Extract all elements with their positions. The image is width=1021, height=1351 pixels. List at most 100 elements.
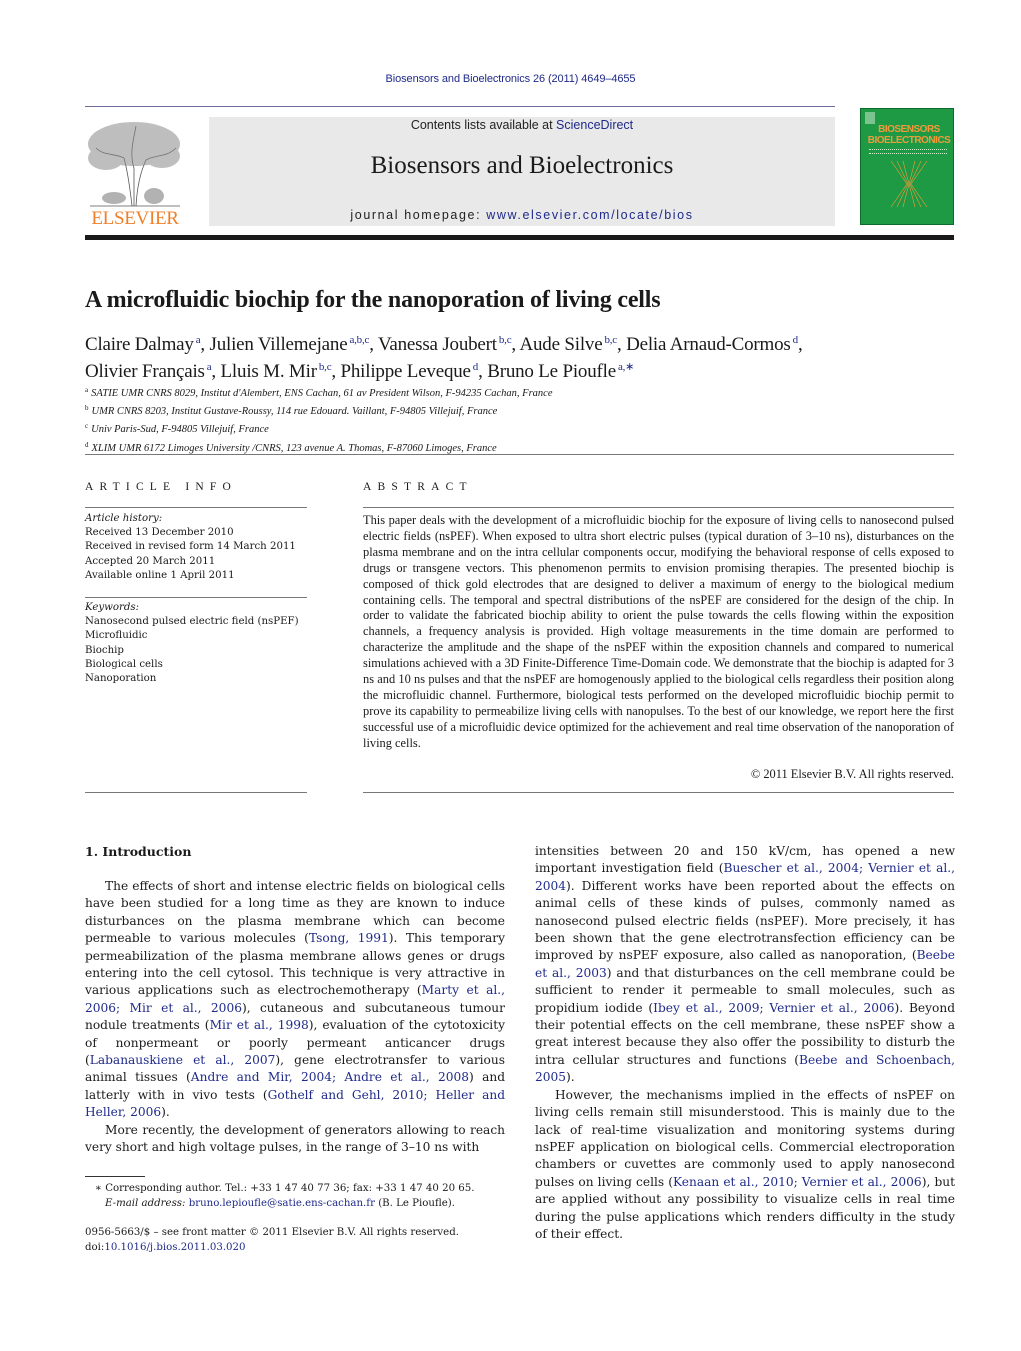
paragraph: More recently, the development of genera… [85,1122,505,1155]
author-name: Olivier Français [85,361,205,382]
article-history-label: Article history: [85,513,163,524]
header-thick-rule [85,235,954,240]
keywords: Keywords: Nanosecond pulsed electric fie… [85,601,307,686]
author-affiliation-marker[interactable]: b,c [604,334,617,346]
keywords-label: Keywords: [85,602,140,613]
history-item: Received in revised form 14 March 2011 [85,541,296,553]
paragraph: However, the mechanisms implied in the e… [535,1087,955,1241]
history-item: Received 13 December 2010 [85,527,234,539]
keywords-rule [85,597,307,598]
citation-link[interactable]: Ibey et al., 2009; Vernier et al., 2006 [653,1001,894,1015]
author-affiliation-marker[interactable]: a,b,c [349,334,369,346]
affiliation-text: Univ Paris-Sud, F-94805 Villejuif, Franc… [91,424,269,436]
journal-masthead: Contents lists available at ScienceDirec… [209,117,835,226]
citation-link[interactable]: Beebe et al., 2003 [535,948,955,979]
cover-artwork-icon [890,160,928,208]
cover-title-line1: BIOSENSORS [878,124,940,135]
contents-line: Contents lists available at ScienceDirec… [209,118,835,132]
affiliation-item: c Univ Paris-Sud, F-94805 Villejuif, Fran… [85,419,552,437]
email-link[interactable]: bruno.lepioufle@satie.ens-cachan.fr [189,1198,375,1209]
article-info-heading: ARTICLE INFO [85,481,237,493]
author-affiliation-marker[interactable]: b,c [499,334,512,346]
keyword-item: Biological cells [85,658,163,670]
article-title: A microfluidic biochip for the nanoporat… [85,287,661,313]
doi-prefix: doi: [85,1241,105,1253]
body-left-column: The effects of short and intense electri… [85,878,505,1157]
contents-prefix: Contents lists available at [410,118,557,132]
citation-link[interactable]: Marty et al., 2006; Mir et al., 2006 [85,983,505,1014]
citation-link[interactable]: Mir et al., 1998 [210,1018,309,1032]
abstract-bottom-rule [363,792,954,793]
abstract-rule [363,507,954,508]
author-affiliation-marker[interactable]: d [793,334,799,346]
affiliation-text: UMR CNRS 8203, Institut Gustave-Roussy, … [91,406,498,418]
author-name: Julien Villemejane [209,334,348,355]
affiliation-key: d [85,440,89,449]
journal-citation-link[interactable]: Biosensors and Bioelectronics 26 (2011) … [0,73,1021,85]
citation-link[interactable]: Labanauskiene et al., 2007 [90,1053,276,1067]
citation-link[interactable]: Buescher et al., 2004; Vernier et al., 2… [535,861,955,892]
author-name: Lluis M. Mir [220,361,318,382]
keyword-list: Nanosecond pulsed electric field (nsPEF)… [85,615,307,686]
issn-doi-block: 0956-5663/$ – see front matter © 2011 El… [85,1226,459,1255]
history-item: Available online 1 April 2011 [85,569,235,581]
paragraph: The effects of short and intense electri… [85,879,506,1120]
article-info-bottom-rule [85,792,307,793]
section-heading-introduction: 1. Introduction [85,844,192,859]
paragraph: intensities between 20 and 150 kV/cm, ha… [535,844,955,1085]
cover-title: BIOSENSORS BIOELECTRONICS [865,124,953,146]
author-name: Delia Arnaud-Cormos [626,334,791,355]
cover-title-line2: BIOELECTRONICS [867,135,951,146]
body-right-column: intensities between 20 and 150 kV/cm, ha… [535,843,955,1243]
author-affiliation-marker[interactable]: a,∗ [618,361,634,373]
author-name: Bruno Le Pioufle [487,361,616,382]
history-item: Accepted 20 March 2011 [85,555,216,567]
homepage-line: journal homepage: www.elsevier.com/locat… [209,208,835,222]
author-affiliation-marker[interactable]: b,c [319,361,332,373]
abstract-copyright: © 2011 Elsevier B.V. All rights reserved… [750,767,954,781]
journal-title: Biosensors and Bioelectronics [370,152,674,179]
citation-link[interactable]: Tsong, 1991 [309,931,389,945]
footnote-marker: ∗ [95,1183,102,1194]
header-rule [85,106,835,107]
author-affiliation-marker[interactable]: a [196,334,201,346]
author-name: Vanessa Joubert [377,334,497,355]
author-affiliation-marker[interactable]: d [473,361,479,373]
elsevier-wordmark: ELSEVIER [91,208,179,229]
section-rule [85,454,954,455]
issn-line: 0956-5663/$ – see front matter © 2011 El… [85,1227,459,1238]
abstract-text: This paper deals with the development of… [363,513,954,750]
author-name: Claire Dalmay [85,334,194,355]
author-affiliation-marker[interactable]: a [207,361,212,373]
author-list: Claire Dalmay a, Julien Villemejane a,b,c,… [85,334,803,382]
affiliation-item: a SATIE UMR CNRS 8029, Institut d'Alember… [85,383,552,401]
elsevier-logo: ELSEVIER [84,118,186,230]
affiliation-key: a [85,386,89,394]
homepage-prefix: journal homepage: [350,208,487,222]
cover-elsevier-mark [865,112,875,124]
affiliation-text: XLIM UMR 6172 Limoges University /CNRS, … [91,442,497,454]
affiliation-key: b [85,404,89,413]
citation-link[interactable]: Andre and Mir, 2004; Andre et al., 2008 [191,1070,469,1084]
citation-link[interactable]: Gothelf and Gehl, 2010; Heller and Helle… [85,1088,505,1119]
keyword-item: Nanoporation [85,673,157,685]
corresponding-author-text: Corresponding author. Tel.: +33 1 47 40 … [105,1183,475,1194]
elsevier-tree-icon [88,122,180,207]
keyword-item: Nanosecond pulsed electric field (nsPEF) [85,616,299,628]
journal-homepage-link[interactable]: www.elsevier.com/locate/bios [486,208,693,222]
keyword-item: Microfluidic [85,630,148,642]
abstract-heading: ABSTRACT [363,481,473,493]
footnote-rule [85,1176,145,1177]
citation-link[interactable]: Kenaan et al., 2010; Vernier et al., 200… [673,1175,922,1189]
affiliation-key: c [85,422,89,431]
cover-subtitle [869,149,947,154]
sciencedirect-link[interactable]: ScienceDirect [556,118,633,132]
article-info-rule [85,507,307,508]
citation-link[interactable]: Beebe and Schoenbach, 2005 [535,1053,955,1084]
keyword-item: Biochip [85,644,124,656]
affiliations: a SATIE UMR CNRS 8029, Institut d'Alember… [85,383,552,456]
corresponding-author-footnote: ∗ Corresponding author. Tel.: +33 1 47 4… [85,1182,505,1211]
doi-link[interactable]: 10.1016/j.bios.2011.03.020 [104,1242,245,1253]
email-label: E-mail address: [105,1197,186,1209]
author-name: Aude Silve [519,334,603,355]
